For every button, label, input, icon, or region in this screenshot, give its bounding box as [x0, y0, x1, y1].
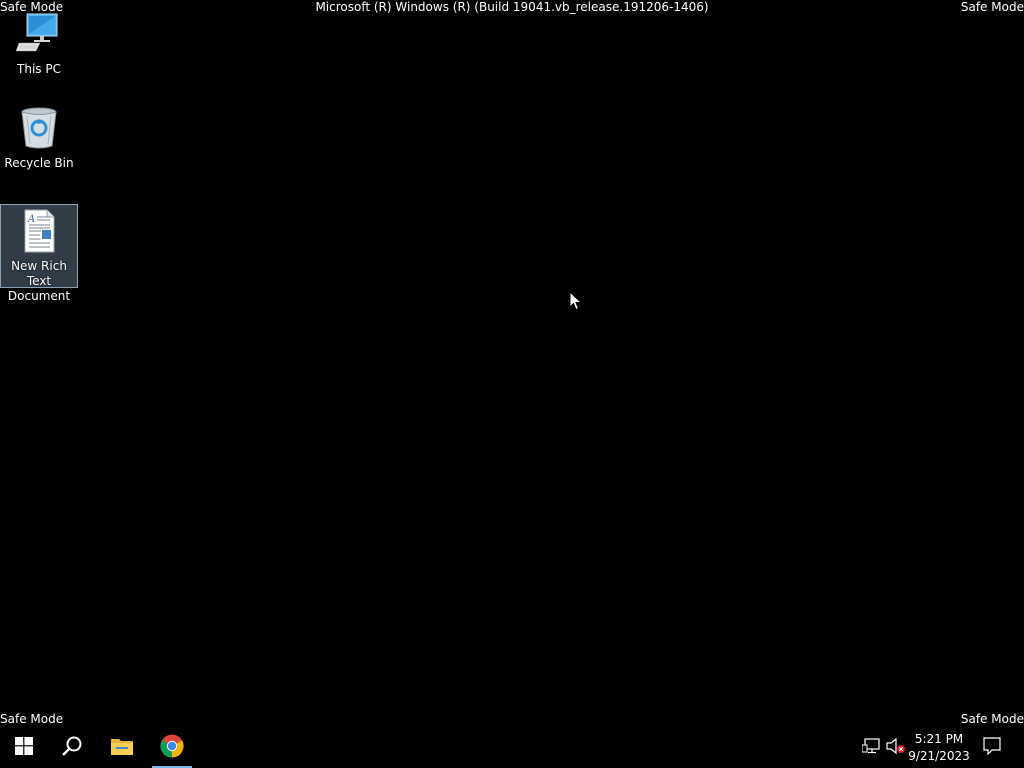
- desktop[interactable]: Safe Mode Safe Mode Microsoft (R) Window…: [0, 0, 1024, 728]
- volume-muted-icon: [886, 737, 906, 758]
- mouse-cursor-icon: [569, 290, 583, 315]
- chrome-icon: [160, 734, 184, 762]
- desktop-icon-new-rich-text-document[interactable]: A New Rich Text Document: [0, 204, 78, 303]
- clock-time: 5:21 PM: [914, 732, 964, 746]
- file-explorer-button[interactable]: [98, 728, 146, 768]
- taskbar-clock[interactable]: 5:21 PM 9/21/2023: [908, 728, 970, 768]
- desktop-icon-this-pc[interactable]: This PC: [0, 12, 78, 76]
- safe-mode-label-bottom-right: Safe Mode: [960, 712, 1024, 726]
- safe-mode-label-bottom-left: Safe Mode: [0, 712, 64, 726]
- taskbar: 5:21 PM 9/21/2023: [0, 728, 1024, 768]
- desktop-icon-label: New Rich Text Document: [7, 259, 71, 303]
- network-tray-button[interactable]: [860, 728, 882, 768]
- this-pc-icon: [15, 12, 62, 56]
- windows-build-title: Microsoft (R) Windows (R) (Build 19041.v…: [315, 0, 709, 14]
- folder-icon: [110, 736, 134, 760]
- notification-icon: [983, 737, 1001, 759]
- search-icon: [61, 735, 83, 761]
- desktop-icon-label: This PC: [17, 62, 61, 76]
- network-icon: [861, 738, 880, 758]
- action-center-button[interactable]: [978, 728, 1006, 768]
- volume-tray-button[interactable]: [884, 728, 908, 768]
- windows-logo-icon: [15, 737, 33, 759]
- recycle-bin-icon: [17, 106, 61, 150]
- desktop-icon-label: Recycle Bin: [4, 156, 74, 170]
- google-chrome-button[interactable]: [148, 728, 196, 768]
- svg-text:A: A: [27, 214, 35, 225]
- clock-date: 9/21/2023: [908, 749, 970, 763]
- start-button[interactable]: [0, 728, 48, 768]
- desktop-icon-recycle-bin[interactable]: Recycle Bin: [0, 106, 78, 176]
- search-button[interactable]: [48, 728, 96, 768]
- rich-text-document-icon: A: [17, 209, 61, 253]
